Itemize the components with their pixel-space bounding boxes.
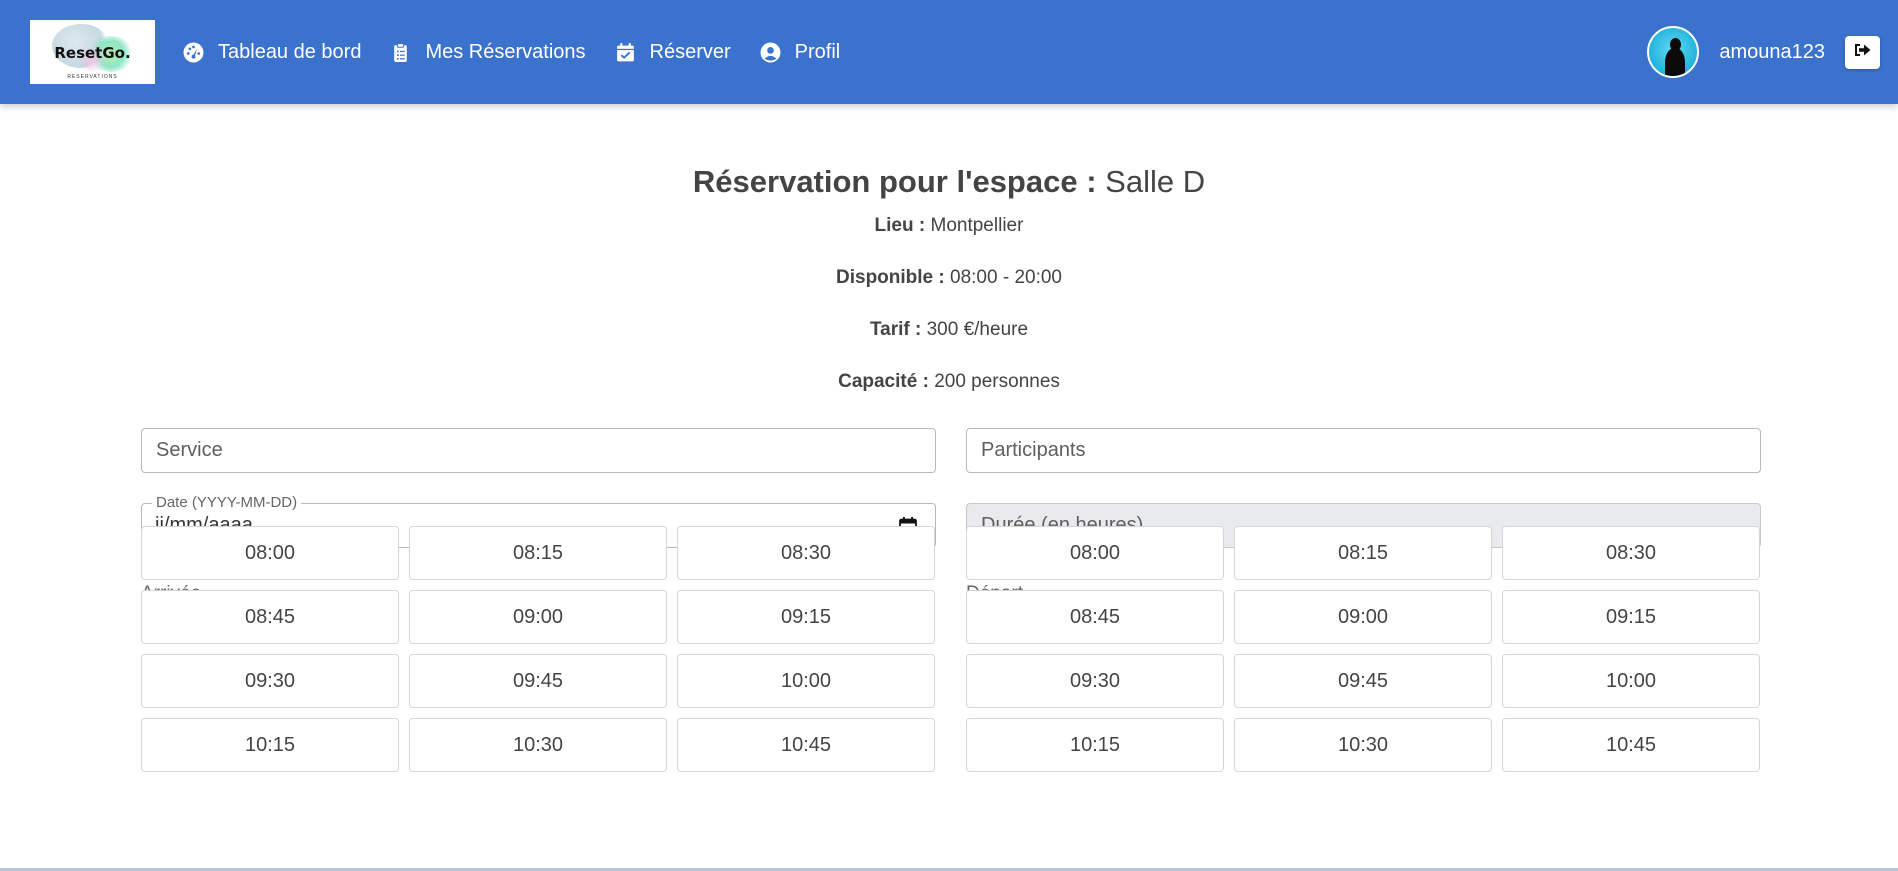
calendar-check-icon xyxy=(615,42,636,63)
departure-slot-button[interactable]: 08:30 xyxy=(1502,526,1760,580)
info-availability: Disponible : 08:00 - 20:00 xyxy=(0,267,1898,289)
nav-links: Tableau de bord Mes Réservations Réserve… xyxy=(183,0,869,104)
capacity-label: Capacité : xyxy=(838,371,929,392)
arrival-slot-button[interactable]: 10:15 xyxy=(141,718,399,772)
nav-item-profile[interactable]: Profil xyxy=(760,40,841,64)
arrival-slot-button[interactable]: 09:45 xyxy=(409,654,667,708)
departure-slot-button[interactable]: 08:45 xyxy=(966,590,1224,644)
departure-slot-button[interactable]: 09:30 xyxy=(966,654,1224,708)
avatar[interactable] xyxy=(1647,26,1700,78)
title-label: Réservation pour l'espace : xyxy=(692,164,1097,199)
nav-item-my-reservations[interactable]: Mes Réservations xyxy=(390,40,586,64)
user-area: amouna123 xyxy=(1647,0,1880,104)
arrival-slot-button[interactable]: 10:30 xyxy=(409,718,667,772)
nav-label-book: Réserver xyxy=(649,40,731,63)
page-title: Réservation pour l'espace : Salle D xyxy=(0,164,1898,200)
nav-label-my-reservations: Mes Réservations xyxy=(425,40,586,63)
clipboard-icon xyxy=(390,42,411,63)
rate-label: Tarif : xyxy=(869,319,922,340)
nav-item-dashboard[interactable]: Tableau de bord xyxy=(183,41,361,64)
participants-input[interactable]: Participants xyxy=(966,428,1761,473)
departure-slot-button[interactable]: 08:00 xyxy=(966,526,1224,580)
nav-item-book[interactable]: Réserver xyxy=(615,41,731,64)
participants-placeholder: Participants xyxy=(981,439,1086,461)
service-placeholder: Service xyxy=(156,439,223,461)
arrival-slot-button[interactable]: 09:30 xyxy=(141,654,399,708)
arrival-slot-button[interactable]: 09:15 xyxy=(677,590,935,644)
departure-slot-button[interactable]: 10:30 xyxy=(1234,718,1492,772)
nav-label-dashboard: Tableau de bord xyxy=(218,40,362,63)
username: amouna123 xyxy=(1719,40,1825,63)
arrival-slot-button[interactable]: 10:45 xyxy=(677,718,935,772)
arrival-slot-button[interactable]: 08:45 xyxy=(141,590,399,644)
logout-button[interactable] xyxy=(1845,35,1880,69)
departure-slot-button[interactable]: 10:15 xyxy=(966,718,1224,772)
info-capacity: Capacité : 200 personnes xyxy=(0,371,1898,393)
departure-slot-button[interactable]: 09:45 xyxy=(1234,654,1492,708)
arrival-slot-button[interactable]: 08:15 xyxy=(409,526,667,580)
top-navbar: ResetGo. RESERVATIONS Tableau de bord Me… xyxy=(0,0,1898,104)
availability-label: Disponible : xyxy=(836,267,945,288)
departure-slot-button[interactable]: 10:00 xyxy=(1502,654,1760,708)
departure-slot-button[interactable]: 08:15 xyxy=(1234,526,1492,580)
location-value: Montpellier xyxy=(930,215,1024,236)
space-name: Salle D xyxy=(1105,164,1206,199)
arrival-slot-button[interactable]: 08:00 xyxy=(141,526,399,580)
nav-label-profile: Profil xyxy=(794,40,841,63)
availability-value: 08:00 - 20:00 xyxy=(950,267,1062,288)
departure-slot-button[interactable]: 10:45 xyxy=(1502,718,1760,772)
user-circle-icon xyxy=(760,42,781,63)
sign-out-icon xyxy=(1854,42,1872,63)
brand-logo[interactable]: ResetGo. RESERVATIONS xyxy=(30,20,155,84)
brand-name: ResetGo. xyxy=(54,44,131,62)
arrival-slot-button[interactable]: 10:00 xyxy=(677,654,935,708)
brand-tagline: RESERVATIONS xyxy=(67,74,118,80)
departure-slot-button[interactable]: 09:00 xyxy=(1234,590,1492,644)
location-label: Lieu : xyxy=(874,215,926,236)
arrival-slot-button[interactable]: 09:00 xyxy=(409,590,667,644)
capacity-value: 200 personnes xyxy=(934,371,1060,392)
info-location: Lieu : Montpellier xyxy=(0,215,1898,237)
dashboard-gauge-icon xyxy=(183,42,204,63)
arrival-slot-button[interactable]: 08:30 xyxy=(677,526,935,580)
service-input[interactable]: Service xyxy=(141,428,936,473)
info-rate: Tarif : 300 €/heure xyxy=(0,319,1898,341)
date-label: Date (YYYY-MM-DD) xyxy=(152,495,302,511)
departure-slot-button[interactable]: 09:15 xyxy=(1502,590,1760,644)
rate-value: 300 €/heure xyxy=(926,319,1029,340)
